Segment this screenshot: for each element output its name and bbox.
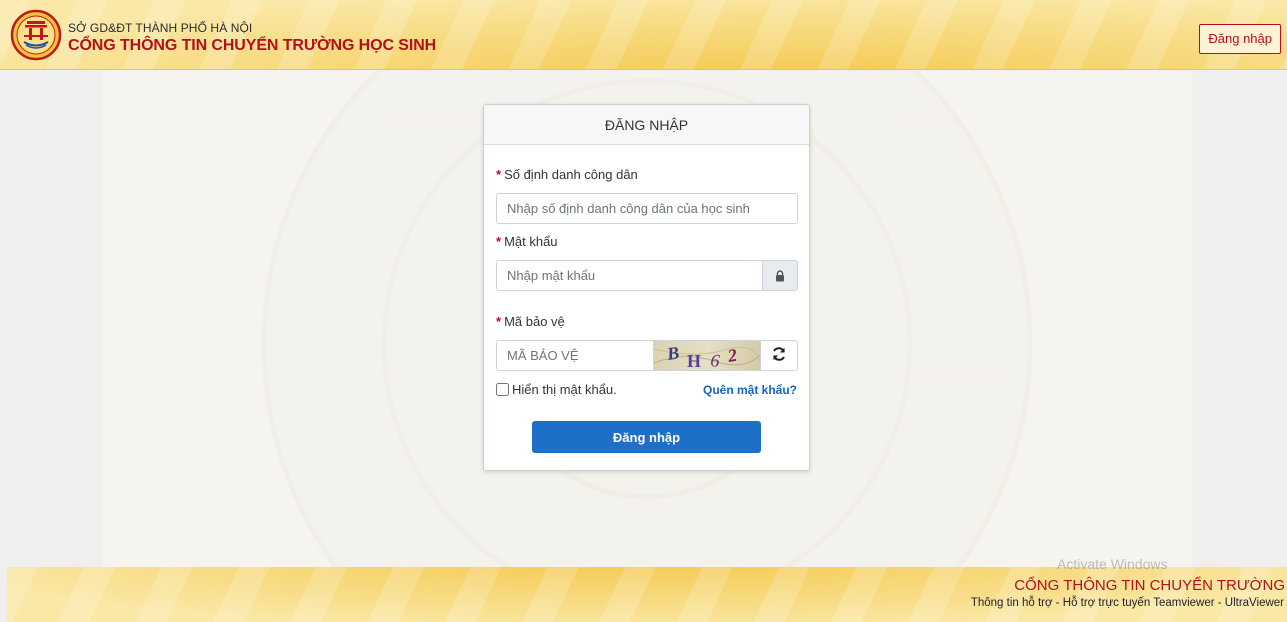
portal-title: CỔNG THÔNG TIN CHUYỂN TRƯỜNG HỌC SINH — [68, 37, 437, 54]
citizen-id-label-text: Số định danh công dân — [504, 167, 638, 182]
citizen-id-label: * Số định danh công dân — [496, 167, 638, 182]
login-submit-button[interactable]: Đăng nhập — [532, 421, 761, 453]
citizen-id-input[interactable] — [496, 193, 798, 224]
required-marker: * — [496, 234, 502, 249]
password-input[interactable] — [496, 260, 763, 291]
captcha-input[interactable] — [496, 340, 654, 371]
required-marker: * — [496, 314, 502, 329]
captcha-char-3: 6 — [710, 350, 721, 371]
footer-support-links[interactable]: Thông tin hỗ trợ - Hỗ trợ trực tuyến Tea… — [971, 597, 1284, 609]
forgot-password-link[interactable]: Quên mật khẩu? — [703, 383, 797, 397]
captcha-label-text: Mã bảo vệ — [504, 314, 565, 329]
captcha-refresh-button[interactable] — [760, 340, 798, 371]
captcha-char-2: H — [687, 351, 701, 371]
captcha-image: B H 6 2 — [654, 340, 760, 371]
header-login-button[interactable]: Đăng nhập — [1199, 24, 1281, 54]
captcha-label: * Mã bảo vệ — [496, 314, 565, 329]
show-password-checkbox[interactable] — [496, 383, 509, 396]
captcha-char-1: B — [665, 342, 681, 364]
password-label-text: Mật khẩu — [504, 234, 558, 249]
show-password-toggle[interactable]: Hiển thị mật khẩu. — [496, 382, 617, 397]
hanoi-emblem-icon — [10, 9, 62, 61]
lock-icon — [763, 260, 798, 291]
password-label: * Mật khẩu — [496, 234, 558, 249]
login-card: ĐĂNG NHẬP *Số định danh công dân *Mật kh… — [483, 104, 810, 471]
required-marker: * — [496, 167, 502, 182]
refresh-icon — [771, 346, 787, 365]
captcha-char-4: 2 — [725, 345, 738, 366]
page-footer — [7, 567, 1287, 622]
footer-title: CỔNG THÔNG TIN CHUYỂN TRƯỜNG — [1014, 577, 1285, 594]
login-card-title: ĐĂNG NHẬP — [484, 105, 809, 145]
page-header: SỞ GD&ĐT THÀNH PHỐ HÀ NỘI CỔNG THÔNG TIN… — [0, 0, 1287, 70]
show-password-label: Hiển thị mật khẩu. — [512, 382, 617, 397]
org-title: SỞ GD&ĐT THÀNH PHỐ HÀ NỘI — [68, 21, 253, 35]
windows-activation-watermark: Activate Windows — [1057, 556, 1168, 572]
